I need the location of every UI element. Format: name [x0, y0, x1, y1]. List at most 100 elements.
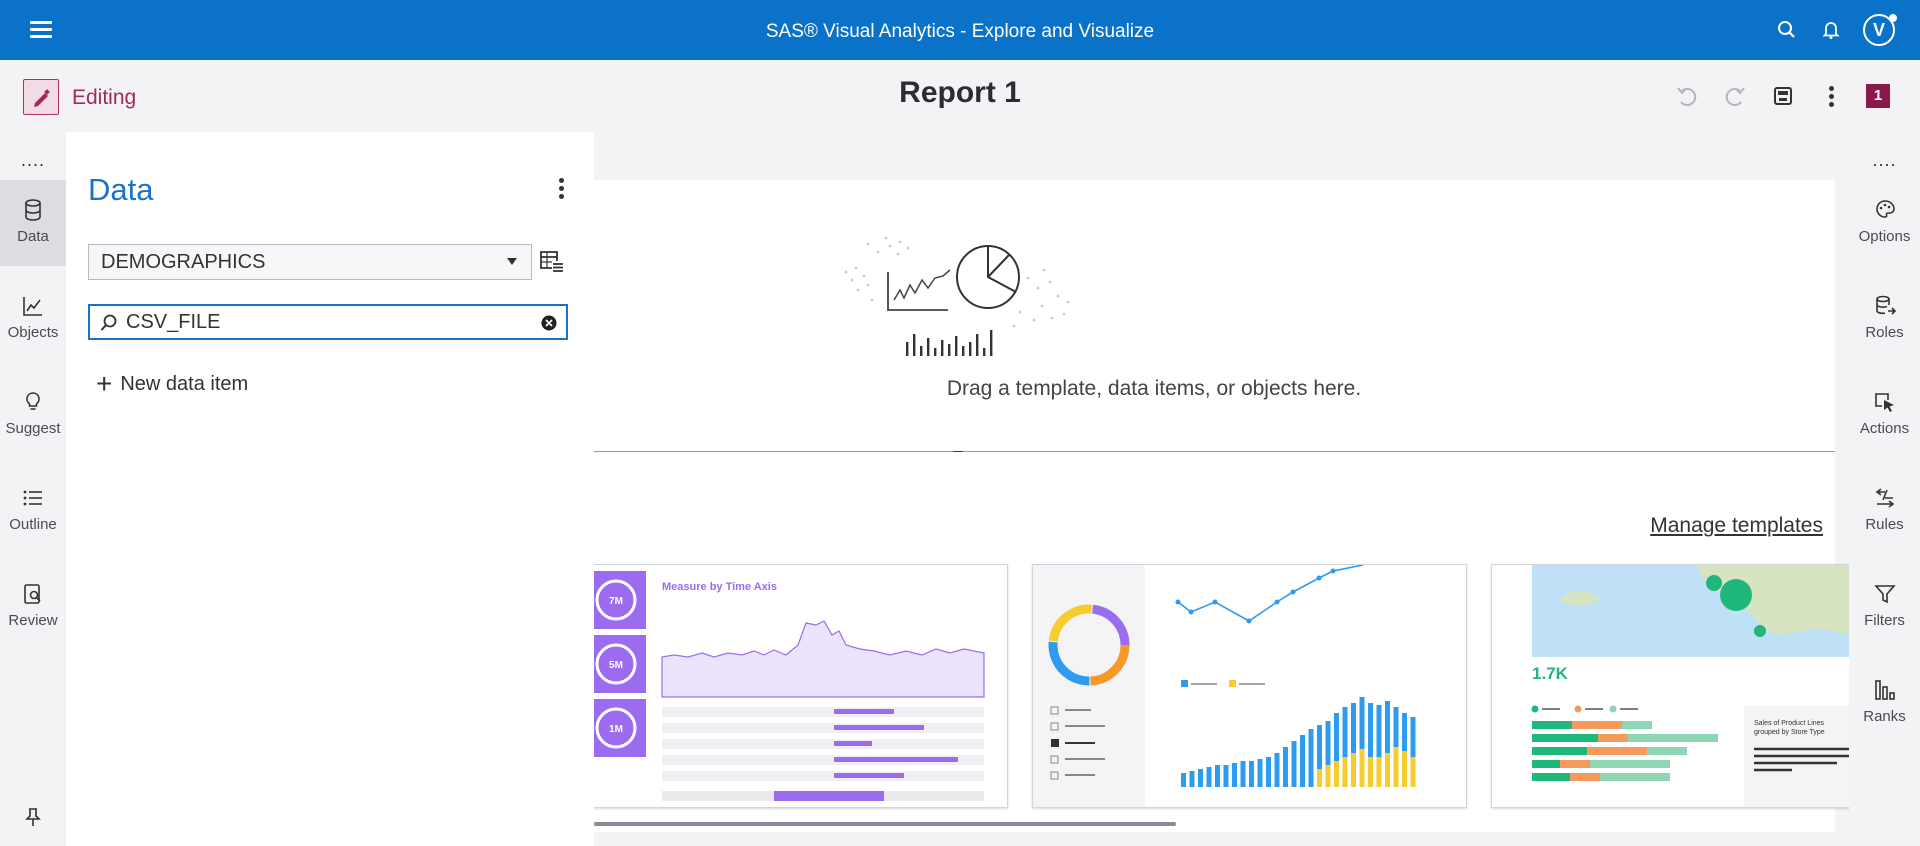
rules-icon: [1875, 488, 1894, 508]
save-icon[interactable]: [1769, 82, 1797, 110]
thumbnail-bar: [1283, 747, 1288, 787]
thumbnail-bar: [1647, 747, 1687, 755]
thumbnail-bar: [1181, 773, 1186, 787]
rail-item-data[interactable]: Data: [0, 180, 66, 266]
pencil-icon: [34, 89, 50, 107]
thumbnail-bar: [1600, 773, 1670, 781]
thumbnail-bar: [1587, 747, 1647, 755]
template-card-1[interactable]: 7M 5M 1M Measure by Time Axis: [594, 564, 1008, 808]
data-search-input[interactable]: CSV_FILE: [88, 304, 568, 340]
edit-mode-button[interactable]: [23, 79, 59, 115]
template-card-3[interactable]: 1.7K Sales of Product Lines grouped by S…: [1491, 564, 1849, 808]
manage-templates-link[interactable]: Manage templates: [1650, 514, 1823, 538]
thumbnail-bar: [1532, 734, 1598, 742]
rail-item-rules[interactable]: Rules: [1849, 468, 1920, 554]
thumbnail-bar: [1249, 761, 1254, 787]
rail-label: Actions: [1859, 420, 1910, 437]
undo-icon[interactable]: [1673, 82, 1701, 110]
report-more-options-icon[interactable]: [1826, 86, 1836, 110]
right-rail-more-icon[interactable]: ....: [1849, 150, 1920, 171]
notifications-bell-icon[interactable]: [1818, 17, 1844, 43]
edit-mode-label: Editing: [72, 86, 137, 109]
thumbnail-bar: [1317, 769, 1322, 787]
new-data-item-button[interactable]: + New data item: [96, 368, 248, 400]
rail-item-options[interactable]: Options: [1849, 180, 1920, 266]
thumbnail-bar: [1266, 757, 1271, 787]
rail-item-review[interactable]: Review: [0, 564, 66, 650]
thumbnail-bar: [1385, 753, 1390, 787]
rail-label: Data: [17, 228, 49, 245]
thumbnail-bar: [1359, 749, 1365, 787]
thumbnail-bar: [1215, 765, 1220, 787]
paint-icon: [1875, 200, 1895, 218]
data-source-table-icon[interactable]: [539, 249, 565, 280]
thumbnail-bar: [1532, 721, 1572, 729]
roles-icon: [1875, 295, 1896, 315]
rail-item-objects[interactable]: Objects: [0, 276, 66, 362]
template-3-caption-line2: grouped by Store Type: [1754, 729, 1825, 736]
search-icon[interactable]: [1774, 17, 1800, 43]
app-header: SAS® Visual Analytics - Explore and Visu…: [0, 0, 1920, 60]
rail-label: Filters: [1864, 612, 1905, 629]
template-3-caption-line1: Sales of Product Lines: [1754, 720, 1825, 727]
user-avatar[interactable]: V: [1863, 14, 1897, 46]
thumbnail-bar: [1622, 721, 1652, 729]
left-rail-more-icon[interactable]: ....: [0, 150, 66, 171]
thumbnail-bar: [1334, 761, 1339, 787]
clear-search-icon[interactable]: [540, 314, 558, 332]
avatar-status-dot: [1889, 14, 1897, 22]
kpi-7m: 7M: [609, 596, 623, 607]
kpi-5m: 5M: [609, 660, 623, 671]
rail-label: Options: [1858, 228, 1911, 245]
rail-item-filters[interactable]: Filters: [1849, 564, 1920, 650]
thumbnail-bar: [1342, 757, 1348, 787]
thumbnail-bar: [1393, 747, 1399, 787]
thumbnail-bar: [1189, 771, 1195, 787]
thumbnail-bar: [1198, 769, 1203, 787]
thumbnail-bar: [1598, 734, 1628, 742]
thumbnail-bar: [1300, 735, 1305, 787]
template-1-preview: 7M 5M 1M Measure by Time Axis: [594, 571, 985, 801]
thumbnail-bar: [1590, 760, 1670, 768]
ranks-icon: [1874, 680, 1895, 700]
rail-item-actions[interactable]: Actions: [1849, 372, 1920, 458]
thumbnail-bar: [1274, 753, 1280, 787]
template-card-2[interactable]: [1032, 564, 1467, 808]
line-chart-icon: [23, 297, 42, 316]
rail-item-ranks[interactable]: Ranks: [1849, 660, 1920, 746]
drop-illustration: [844, 236, 1070, 356]
lightbulb-icon: [26, 392, 40, 410]
rail-item-roles[interactable]: Roles: [1849, 276, 1920, 362]
thumbnail-bar: [1376, 757, 1382, 787]
plus-icon: +: [96, 368, 113, 399]
search-value: CSV_FILE: [126, 311, 221, 333]
thumbnail-bar: [1308, 729, 1314, 787]
rail-item-outline[interactable]: Outline: [0, 468, 66, 554]
templates-scrollbar[interactable]: [594, 822, 1176, 826]
rail-label: Suggest: [5, 420, 61, 437]
drop-zone[interactable]: Drag a template, data items, or objects …: [594, 180, 1835, 458]
search-icon: [100, 314, 117, 331]
thumbnail-bar: [1628, 734, 1718, 742]
app-title: SAS® Visual Analytics - Explore and Visu…: [765, 21, 1155, 42]
thumbnail-bar: [1560, 760, 1590, 768]
database-icon: [25, 199, 41, 221]
redo-icon[interactable]: [1721, 82, 1749, 110]
templates-area: Manage templates 7M 5M 1M Measure by Tim…: [594, 452, 1849, 832]
rail-label: Roles: [1865, 324, 1904, 341]
rail-label: Review: [8, 612, 58, 629]
report-canvas: Drag a template, data items, or objects …: [594, 132, 1849, 846]
data-pane-title: Data: [88, 172, 154, 207]
kpi-1m: 1M: [609, 724, 623, 735]
filter-icon: [1873, 585, 1896, 604]
data-pane-more-options-icon[interactable]: [556, 178, 566, 202]
rail-item-suggest[interactable]: Suggest: [0, 372, 66, 458]
page-number-badge[interactable]: 1: [1866, 84, 1890, 108]
report-toolbar: Editing Report 1 1: [0, 60, 1920, 132]
pin-icon[interactable]: [22, 806, 44, 833]
data-source-select[interactable]: DEMOGRAPHICS: [88, 244, 532, 280]
cursor-icon: [1874, 393, 1894, 412]
thumbnail-bar: [1232, 763, 1237, 787]
list-icon: [23, 490, 42, 506]
data-pane: Data DEMOGRAPHICS CSV_FILE + New data ite…: [66, 132, 594, 846]
